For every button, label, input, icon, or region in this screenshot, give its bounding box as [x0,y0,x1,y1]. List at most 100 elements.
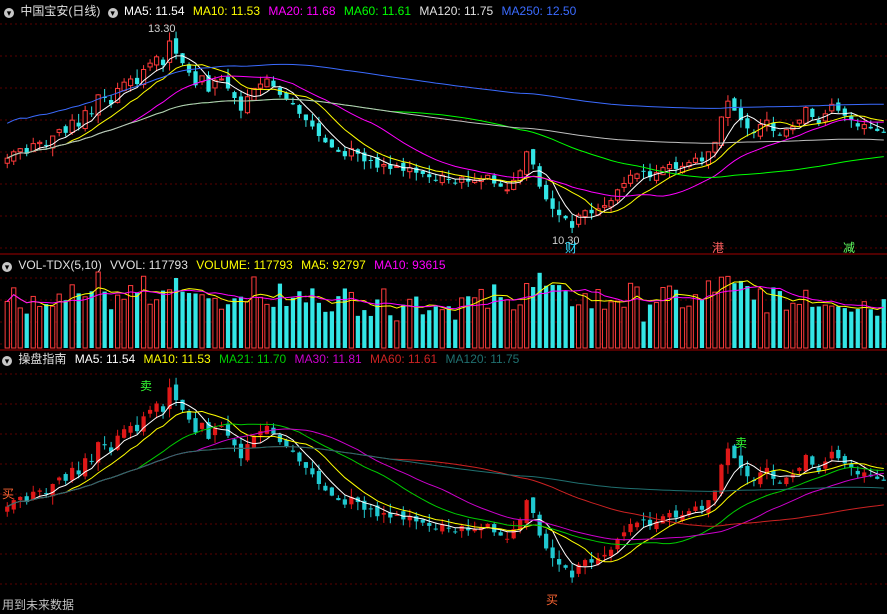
price-candle [777,134,782,136]
price-ma-line-10 [6,64,884,213]
volume-bar [725,275,731,349]
volume-bar [459,297,465,349]
ind-candle [70,467,75,481]
volume-bar [751,299,757,348]
price-candle [244,96,251,114]
price-candle [745,118,750,129]
price-candle [290,103,296,105]
price-candle [712,141,718,153]
ind-candle [199,422,205,429]
volume-bar [297,291,302,348]
price-candle [414,167,419,173]
volume-bar [24,313,29,348]
volume-bar [524,283,530,349]
volume-bar [517,304,523,349]
price-candle [627,174,634,184]
price-candle [284,92,289,100]
price-candle [271,80,276,87]
price-candle [336,149,341,152]
ind-candle [427,522,432,526]
ind-candle [602,554,607,557]
price-candle [232,92,237,98]
ind-candle [608,549,614,557]
ind-candle [323,485,328,491]
volume-bar [829,305,835,349]
ind-ma-line-21 [6,423,884,546]
volume-bar [621,306,627,349]
volume-bar [362,310,367,348]
price-candle [329,139,334,148]
ind-candle [628,523,633,533]
volume-bar [4,301,10,349]
price-candles[interactable] [4,31,886,234]
volume-bar [368,315,373,348]
volume-bars[interactable] [4,271,886,349]
ind-candle [453,531,458,533]
volume-bar [783,309,789,349]
price-candle [634,173,640,179]
price-candle [56,129,62,133]
volume-bar [810,306,815,348]
ind-candle [238,443,244,459]
price-candle [601,205,608,208]
volume-bar [44,304,49,348]
volume-bar [673,289,679,348]
price-candle [855,123,860,127]
price-candle [121,81,127,92]
footer-note: 用到未来数据 [2,598,75,612]
price-candle [810,108,815,117]
price-candle [69,119,75,133]
ind-candle [569,570,575,578]
ind-candle [505,538,510,540]
volume-bar [257,296,264,349]
volume-bar [381,288,387,349]
ind-candle [777,482,782,484]
volume-bar [89,291,94,348]
ind-candle [128,426,133,433]
ind-candle [271,427,276,434]
price-candle [524,151,530,175]
price-candle [381,164,387,167]
ind-candle [641,519,646,521]
price-candle [238,96,244,111]
price-candle [160,59,166,66]
price-candle [251,88,257,101]
volume-bar [140,275,147,349]
ind-candle [621,532,627,537]
price-candle [732,98,737,111]
volume-bar [601,308,608,349]
price-candle [50,135,56,149]
ind-candle [83,458,88,477]
ind-candle [219,426,224,427]
ind-candle [459,525,464,532]
indicator-candles[interactable] [5,377,886,583]
price-candle [861,124,867,130]
price-candle [446,178,451,180]
ind-candle [712,490,718,501]
ind-candle [842,456,847,464]
volume-bar [355,315,360,348]
price-candle [504,189,510,192]
ind-candle [498,532,503,536]
price-candle [692,157,699,163]
price-candle [147,62,153,68]
volume-bar [544,285,549,348]
ind-candle [37,490,42,492]
ind-candle [193,418,198,433]
price-candle [757,124,764,137]
volume-bar [679,307,686,349]
volume-bar [251,276,257,349]
price-candle [453,182,458,184]
volume-bar [466,296,471,348]
volume-bar [439,309,445,349]
ind-candle [725,448,731,466]
stock-chart[interactable]: 13.30 10.30 财 港 减 买 卖 买 卖 [0,0,887,614]
ind-candle [147,409,153,414]
ind-candle [589,559,594,563]
ind-candle [394,514,399,516]
price-ma-line-20 [6,75,884,197]
volume-bar [264,303,270,349]
ind-candle [11,500,16,510]
volume-bar [595,289,601,349]
volume-bar [290,297,296,348]
